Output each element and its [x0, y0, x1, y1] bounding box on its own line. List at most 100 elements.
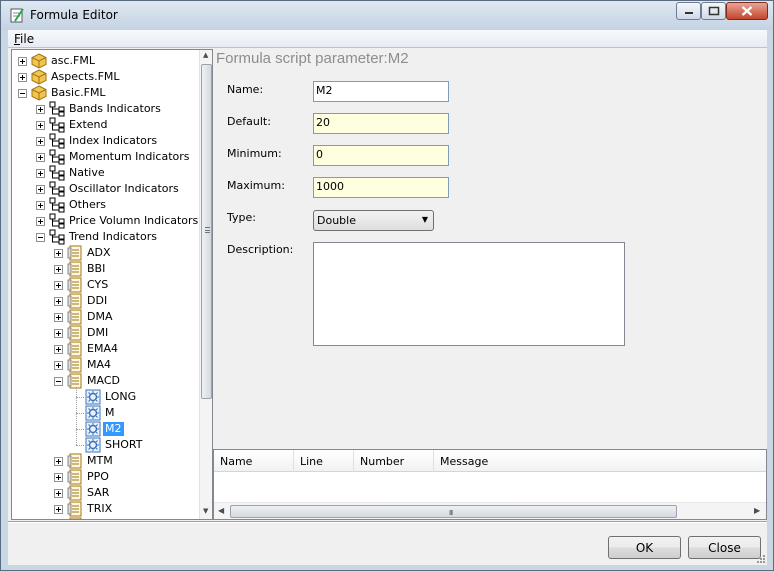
expand-icon[interactable]	[36, 153, 45, 162]
expand-icon[interactable]	[36, 185, 45, 194]
tree-item[interactable]: PPO	[12, 469, 198, 485]
maximum-field[interactable]: 1000	[313, 177, 449, 198]
expand-icon[interactable]	[54, 457, 63, 466]
close-window-button[interactable]	[726, 2, 768, 20]
tree-item[interactable]: M2	[12, 421, 198, 437]
tree-item-label: TRIX	[87, 502, 113, 515]
expand-icon[interactable]	[36, 121, 45, 130]
tree-item[interactable]: BBI	[12, 261, 198, 277]
expand-icon[interactable]	[54, 297, 63, 306]
formula-tree[interactable]: ▲ ▼ asc.FML Aspects.FML Basic.FML Bands Ind…	[11, 49, 213, 520]
tree-item[interactable]: Momentum Indicators	[12, 149, 198, 165]
name-field[interactable]: M2	[313, 81, 449, 102]
column-header-number[interactable]: Number	[354, 450, 434, 472]
tree-item[interactable]: Extend	[12, 117, 198, 133]
tree-item[interactable]: SHORT	[12, 437, 198, 453]
tree-item[interactable]: DMI	[12, 325, 198, 341]
maximize-button[interactable]	[701, 2, 726, 20]
column-header-name[interactable]: Name	[214, 450, 294, 472]
formula-icon	[67, 373, 83, 389]
formula-icon	[67, 277, 83, 293]
tree-item-label: SAR	[87, 486, 110, 499]
title-bar[interactable]: Formula Editor	[1, 1, 773, 30]
tree-item-label: Basic.FML	[51, 86, 106, 99]
expand-icon[interactable]	[54, 473, 63, 482]
expand-icon[interactable]	[54, 489, 63, 498]
tree-item-label: Native	[69, 166, 105, 179]
message-list-header: Name Line Number Message	[214, 450, 766, 472]
tree-item[interactable]: ADX	[12, 245, 198, 261]
tree-item[interactable]: asc.FML	[12, 53, 198, 69]
expand-icon[interactable]	[36, 217, 45, 226]
tree-item[interactable]: VMACD	[12, 517, 198, 519]
tree-item-label: M	[105, 406, 115, 419]
ok-button[interactable]: OK	[608, 536, 681, 559]
expand-icon[interactable]	[54, 281, 63, 290]
expand-icon[interactable]	[54, 361, 63, 370]
tree-item[interactable]: DMA	[12, 309, 198, 325]
expand-icon[interactable]	[54, 505, 63, 514]
scroll-right-arrow-icon[interactable]: ▶	[754, 506, 760, 515]
tree-item-label: DMA	[87, 310, 113, 323]
tree-item[interactable]: CYS	[12, 277, 198, 293]
minimum-field[interactable]: 0	[313, 145, 449, 166]
tree-item[interactable]: Native	[12, 165, 198, 181]
tree-item[interactable]: TRIX	[12, 501, 198, 517]
default-field[interactable]: 20	[313, 113, 449, 134]
client-area: File ▲ ▼ asc.FML Aspects.FML Basic.FML Band…	[8, 30, 767, 565]
tree-item[interactable]: Others	[12, 197, 198, 213]
tree-item-label: asc.FML	[51, 54, 95, 67]
parameter-icon	[85, 421, 101, 437]
collapse-icon[interactable]	[54, 377, 63, 386]
minimize-button[interactable]	[676, 2, 701, 20]
tree-item[interactable]: SAR	[12, 485, 198, 501]
collapse-icon[interactable]	[18, 89, 27, 98]
expand-icon[interactable]	[18, 73, 27, 82]
scroll-up-arrow-icon[interactable]: ▲	[203, 51, 208, 59]
close-button[interactable]: Close	[688, 536, 761, 559]
expand-icon[interactable]	[54, 329, 63, 338]
tree-item[interactable]: MACD	[12, 373, 198, 389]
expand-icon[interactable]	[54, 265, 63, 274]
tree-item[interactable]: Index Indicators	[12, 133, 198, 149]
column-header-message[interactable]: Message	[434, 450, 766, 472]
expand-icon[interactable]	[18, 57, 27, 66]
tree-item[interactable]: DDI	[12, 293, 198, 309]
folder-tree-icon	[49, 229, 65, 245]
tree-item-label: Aspects.FML	[51, 70, 120, 83]
scroll-left-arrow-icon[interactable]: ◀	[218, 506, 224, 515]
expand-icon[interactable]	[54, 345, 63, 354]
expand-icon[interactable]	[36, 105, 45, 114]
menu-file[interactable]: File	[14, 32, 34, 46]
expand-icon[interactable]	[54, 249, 63, 258]
tree-scroll-thumb[interactable]	[201, 64, 212, 399]
tree-item[interactable]: MA4	[12, 357, 198, 373]
collapse-icon[interactable]	[36, 233, 45, 242]
tree-item[interactable]: Basic.FML	[12, 85, 198, 101]
tree-item[interactable]: Bands Indicators	[12, 101, 198, 117]
tree-item[interactable]: Oscillator Indicators	[12, 181, 198, 197]
scroll-down-arrow-icon[interactable]: ▼	[203, 507, 208, 515]
description-textarea[interactable]	[313, 242, 625, 346]
folder-tree-icon	[49, 117, 65, 133]
message-horizontal-scrollbar[interactable]: ◀ III ▶	[214, 502, 766, 519]
expand-icon[interactable]	[36, 201, 45, 210]
column-header-line[interactable]: Line	[294, 450, 354, 472]
tree-item[interactable]: M	[12, 405, 198, 421]
resize-grip-icon[interactable]	[755, 553, 765, 563]
expand-icon[interactable]	[54, 313, 63, 322]
tree-item[interactable]: Price Volumn Indicators	[12, 213, 198, 229]
close-icon	[741, 6, 753, 16]
expand-icon[interactable]	[36, 137, 45, 146]
expand-icon[interactable]	[36, 169, 45, 178]
tree-item[interactable]: LONG	[12, 389, 198, 405]
tree-item[interactable]: MTM	[12, 453, 198, 469]
message-scroll-thumb[interactable]: III	[230, 505, 677, 518]
tree-item[interactable]: EMA4	[12, 341, 198, 357]
tree-vertical-scrollbar[interactable]: ▲ ▼	[199, 50, 212, 519]
tree-item[interactable]: Aspects.FML	[12, 69, 198, 85]
type-select[interactable]: Double ▼	[313, 210, 434, 231]
tree-item[interactable]: Trend Indicators	[12, 229, 198, 245]
parameter-icon	[85, 437, 101, 453]
message-list[interactable]: Name Line Number Message ◀ III ▶	[213, 449, 767, 520]
